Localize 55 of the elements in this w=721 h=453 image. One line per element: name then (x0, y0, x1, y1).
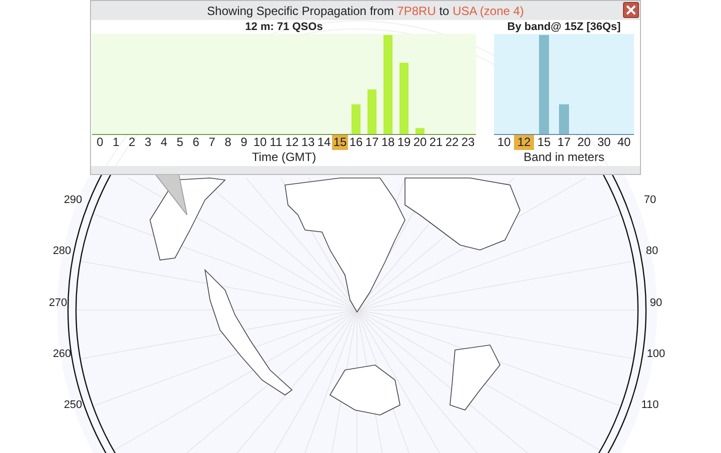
axis-tick-label: 15 (536, 135, 552, 150)
bearing-label: 70 (644, 194, 656, 206)
axis-tick-label: 2 (128, 135, 136, 150)
popup-title: Showing Specific Propagation from 7P8RU to USA (zone 4) (207, 2, 524, 20)
axis-tick-label: 14 (316, 135, 332, 150)
axis-tick-label: 17 (364, 135, 380, 150)
axis-tick-label: 22 (444, 135, 460, 150)
axis-tick-label: 21 (428, 135, 444, 150)
close-icon (626, 5, 636, 15)
bearing-label: 250 (64, 399, 82, 411)
axis-tick-label: 12 (514, 135, 534, 150)
axis-tick-label: 10 (496, 135, 512, 150)
axis-tick-label: 19 (396, 135, 412, 150)
axis-tick-label: 20 (412, 135, 428, 150)
bearing-label: 90 (650, 297, 662, 309)
bearing-label: 260 (52, 348, 72, 360)
axis-tick-label: 40 (616, 135, 632, 150)
bearing-label: 290 (64, 194, 82, 206)
axis-tick-label: 7 (208, 135, 216, 150)
bearing-label: 80 (646, 245, 658, 257)
axis-tick-label: 17 (556, 135, 572, 150)
bearing-label: 270 (48, 297, 68, 309)
axis-tick-label: 8 (224, 135, 232, 150)
axis-tick-label: 20 (576, 135, 592, 150)
landmass-outline (329, 364, 400, 416)
chart-bar (368, 89, 376, 134)
close-button[interactable] (623, 2, 639, 18)
chart-title: 12 m: 71 QSOs (245, 21, 323, 33)
axis-tick-label: 0 (96, 135, 104, 150)
chart-bar (352, 104, 360, 134)
axis-tick-label: 10 (252, 135, 268, 150)
axis-tick-label: 15 (332, 135, 348, 150)
axis-tick-label: 4 (160, 135, 168, 150)
axis-tick-label: 30 (596, 135, 612, 150)
axis-tick-label: 9 (240, 135, 248, 150)
axis-tick-label: 12 (284, 135, 300, 150)
bearing-label: 110 (641, 399, 659, 411)
axis-tick-label: 6 (192, 135, 200, 150)
chart-bar (559, 104, 569, 134)
bearing-label: 100 (646, 348, 666, 360)
axis-tick-label: 13 (300, 135, 316, 150)
axis-tick-label: 1 (112, 135, 120, 150)
axis-title: Time (GMT) (252, 150, 316, 164)
chart-bar (416, 128, 424, 134)
axis-tick-label: 18 (380, 135, 396, 150)
axis-tick-label: 3 (144, 135, 152, 150)
chart-bar (400, 62, 408, 134)
axis-tick-label: 23 (460, 135, 476, 150)
axis-tick-label: 16 (348, 135, 364, 150)
axis-tick-label: 11 (268, 135, 284, 150)
landmass-outline (450, 344, 500, 410)
axis-title: Band in meters (524, 150, 604, 164)
chart-title: By band@ 15Z [36Qs] (507, 21, 621, 33)
axis-tick-label: 5 (176, 135, 184, 150)
bearing-label: 280 (52, 245, 72, 257)
